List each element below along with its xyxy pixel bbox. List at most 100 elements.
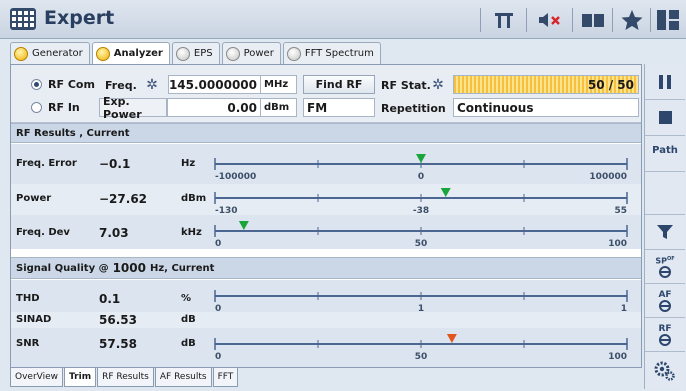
af-label: AF xyxy=(658,289,672,300)
status-led-icon xyxy=(225,46,240,61)
status-led-icon xyxy=(95,46,110,61)
row-label: THD xyxy=(16,293,40,304)
exp-power-unit[interactable]: dBm xyxy=(261,98,297,117)
rf-button[interactable]: RF xyxy=(645,318,685,352)
tab-rf-results[interactable]: RF Results xyxy=(97,368,154,387)
find-rf-button[interactable]: Find RF xyxy=(303,75,375,94)
pause-icon xyxy=(659,74,671,89)
settings-gears-icon xyxy=(654,361,675,381)
value-marker xyxy=(238,221,249,230)
radio-selected-icon xyxy=(31,79,42,90)
scale-tick-label: 100 xyxy=(608,239,627,249)
tab-generator[interactable]: Generator xyxy=(10,42,90,64)
mute-icon[interactable] xyxy=(534,6,566,34)
rf-in-label: RF In xyxy=(48,101,80,114)
scale-tick-label: 50 xyxy=(415,239,428,249)
row-unit: Hz xyxy=(181,158,196,169)
side-toolbar: Path SPOF AF RF xyxy=(644,64,685,389)
side-empty-slot xyxy=(645,172,685,214)
modulation-select[interactable]: FM xyxy=(303,98,375,117)
freq-unit[interactable]: MHz xyxy=(261,75,297,94)
tab-power[interactable]: Power xyxy=(221,42,281,64)
freq-settings-gear-icon[interactable]: ✲ xyxy=(145,78,159,92)
scale-tick-label: 0 xyxy=(215,239,221,249)
snr-row: SNR 57.58 dB 0 50 100 xyxy=(11,328,641,367)
freq-input[interactable]: 145.0000000 xyxy=(168,75,261,94)
freq-label: Freq. xyxy=(105,79,137,92)
tab-af-results[interactable]: AF Results xyxy=(154,368,212,387)
sp-button[interactable]: SPOF xyxy=(645,250,685,284)
scale-tick-label: 100000 xyxy=(589,172,627,182)
rf-com-radio[interactable]: RF Com xyxy=(31,78,95,91)
freq-error-row: Freq. Error −0.1 Hz -100000 0 100000 xyxy=(11,144,641,184)
sp-sub-label: OF xyxy=(666,256,675,263)
exp-power-label: Exp. Power xyxy=(99,95,167,121)
row-unit: dB xyxy=(181,314,196,325)
row-value: −27.62 xyxy=(99,192,148,206)
rf-stat-progress-bar: 50 / 50 xyxy=(453,75,639,94)
tab-fft-spectrum[interactable]: FFT Spectrum xyxy=(282,42,381,64)
af-button[interactable]: AF xyxy=(645,284,685,318)
exp-power-input[interactable]: 0.00 xyxy=(167,98,261,117)
grid-menu-icon[interactable] xyxy=(10,8,36,30)
repetition-select[interactable]: Continuous xyxy=(453,98,639,117)
tab-eps[interactable]: EPS xyxy=(171,42,220,64)
scale-tick-label: -100000 xyxy=(215,172,256,182)
rf-stat-label: RF Stat. xyxy=(381,79,431,92)
rf-stat-gear-icon[interactable]: ✲ xyxy=(431,78,445,92)
row-value: 57.58 xyxy=(99,337,137,351)
row-unit: kHz xyxy=(181,227,202,238)
toolbar-divider xyxy=(650,8,651,32)
toolbar-divider xyxy=(572,8,573,32)
status-led-icon xyxy=(286,46,301,61)
row-label: SNR xyxy=(16,338,40,349)
pause-button[interactable] xyxy=(645,64,685,100)
row-value: 7.03 xyxy=(99,226,129,240)
antenna-icon[interactable] xyxy=(488,6,520,34)
audio-frequency-value[interactable]: 1000 xyxy=(113,261,146,275)
sp-label: SP xyxy=(655,256,667,266)
sinad-row: SINAD 56.53 dB xyxy=(11,312,641,328)
tab-overview[interactable]: OverView xyxy=(10,368,64,387)
toolbar-divider xyxy=(480,8,481,32)
connector-icon xyxy=(659,299,671,312)
rf-label: RF xyxy=(658,323,672,334)
power-row: Power −27.62 dBm -130 -38 55 xyxy=(11,184,641,216)
path-label: Path xyxy=(652,145,678,156)
row-unit: dBm xyxy=(181,193,207,204)
rf-com-label: RF Com xyxy=(48,78,95,91)
row-label: Freq. Dev xyxy=(16,227,70,238)
favorite-star-icon[interactable] xyxy=(618,6,646,34)
tab-analyzer[interactable]: Analyzer xyxy=(91,42,170,64)
stop-button[interactable] xyxy=(645,100,685,136)
top-tabs: Generator Analyzer EPS Power FFT Spectru… xyxy=(10,42,381,64)
section-title-suffix: Hz, Current xyxy=(149,262,215,274)
tab-trim[interactable]: Trim xyxy=(64,368,97,387)
row-value: 56.53 xyxy=(99,313,137,327)
tab-label: Power xyxy=(243,48,274,59)
toolbar-divider xyxy=(612,8,613,32)
tab-label: EPS xyxy=(193,48,213,59)
row-unit: dB xyxy=(181,338,196,349)
book-icon[interactable] xyxy=(578,6,608,34)
freq-dev-row: Freq. Dev 7.03 kHz 0 50 100 xyxy=(11,215,641,249)
repetition-label: Repetition xyxy=(381,102,446,115)
filter-button[interactable] xyxy=(645,214,685,250)
layout-icon[interactable] xyxy=(654,6,682,34)
scale-tick-label: 0 xyxy=(418,172,424,182)
signal-quality-header: Signal Quality @ 1000 Hz, Current xyxy=(11,257,641,279)
settings-button[interactable] xyxy=(645,352,685,389)
filter-icon xyxy=(657,225,673,239)
row-value: −0.1 xyxy=(99,157,131,171)
title-bar: Expert xyxy=(0,0,686,39)
path-button[interactable]: Path xyxy=(645,136,685,172)
row-label: SINAD xyxy=(16,314,52,325)
connector-icon xyxy=(659,265,671,278)
row-label: Freq. Error xyxy=(16,158,77,169)
value-marker xyxy=(416,154,426,163)
thd-row: THD 0.1 % 011 xyxy=(11,280,641,314)
tab-fft[interactable]: FFT xyxy=(212,368,239,387)
status-led-icon xyxy=(175,46,190,61)
value-marker xyxy=(440,188,451,197)
rf-in-radio[interactable]: RF In xyxy=(31,101,80,114)
